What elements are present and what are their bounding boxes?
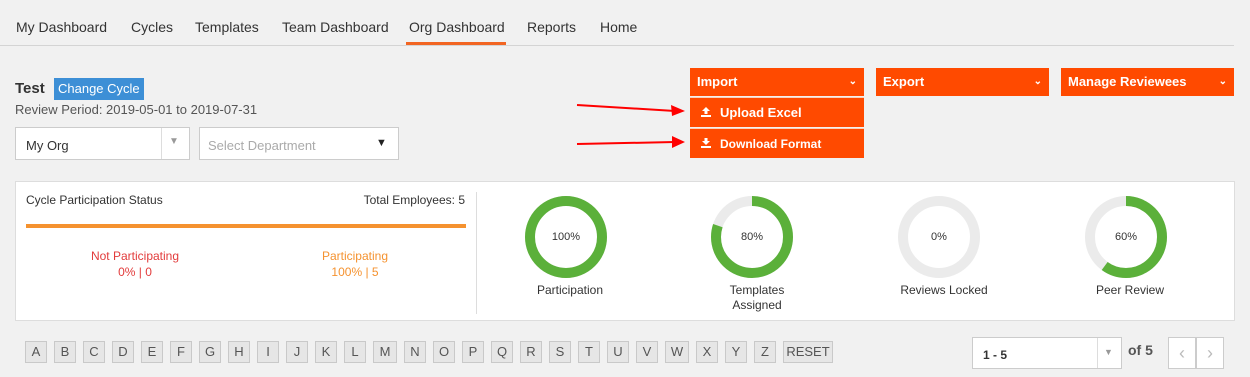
caret-down-icon: ▼ [376,137,387,149]
nav-home[interactable]: Home [600,19,637,35]
nav-my-dashboard[interactable]: My Dashboard [16,19,107,35]
letter-filter-j[interactable]: J [286,341,308,363]
donut-label: Templates Assigned [729,283,785,312]
reset-filter-button[interactable]: RESET [783,341,833,363]
not-participating-label: Not Participating [90,249,180,263]
letter-filter-k[interactable]: K [315,341,337,363]
active-tab-indicator [406,42,506,45]
letter-filter-d[interactable]: D [112,341,134,363]
cycle-participation-title: Cycle Participation Status [26,193,163,207]
letter-filter-e[interactable]: E [141,341,163,363]
upload-excel-menu-item[interactable]: Upload Excel [690,97,864,127]
chevron-down-icon: ▼ [1104,347,1113,357]
annotation-arrow-upload [576,104,685,116]
department-select[interactable]: Select Department ▼ [199,127,399,160]
cycle-title: Test [15,80,45,97]
nav-team-dashboard[interactable]: Team Dashboard [282,19,389,35]
page-range-value: 1 - 5 [983,348,1008,362]
letter-filter-x[interactable]: X [696,341,718,363]
letter-filter-f[interactable]: F [170,341,192,363]
letter-filter-t[interactable]: T [578,341,600,363]
donut-value: 100% [551,231,581,243]
chevron-down-icon: ⌄ [1033,76,1042,87]
nav-org-dashboard[interactable]: Org Dashboard [409,19,505,35]
import-dropdown-button[interactable]: Import ⌄ [690,68,864,96]
letter-filter-o[interactable]: O [433,341,455,363]
chevron-down-icon: ⌄ [1218,76,1227,87]
select-divider [1097,338,1098,368]
export-dropdown-button[interactable]: Export ⌄ [876,68,1049,96]
letter-filter-m[interactable]: M [373,341,397,363]
manage-reviewees-dropdown-button[interactable]: Manage Reviewees ⌄ [1061,68,1234,96]
next-page-button[interactable]: › [1196,337,1224,369]
panel-divider [476,192,477,314]
download-format-menu-item[interactable]: Download Format [690,128,864,158]
upload-icon [700,98,712,128]
nav-reports[interactable]: Reports [527,19,576,35]
chevron-left-icon: ‹ [1179,343,1185,363]
not-participating-stat: Not Participating 0% | 0 [60,248,210,280]
letter-filter-i[interactable]: I [257,341,279,363]
donut-value: 80% [740,231,764,243]
letter-filter-c[interactable]: C [83,341,105,363]
total-pages: of 5 [1128,342,1153,358]
review-period: Review Period: 2019-05-01 to 2019-07-31 [15,102,258,117]
letter-filter-g[interactable]: G [199,341,221,363]
reviews-locked-donut: 0% [896,194,982,280]
org-select[interactable]: My Org ▼ [15,127,190,160]
select-divider [161,128,162,159]
letter-filter-a[interactable]: A [25,341,47,363]
participating-value: 100% | 5 [331,265,379,279]
templates-assigned-donut: 80% [709,194,795,280]
donut-label: Peer Review [1095,283,1165,297]
not-participating-value: 0% | 0 [118,265,152,279]
chevron-down-icon: ⌄ [848,76,857,87]
letter-filter-s[interactable]: S [549,341,571,363]
download-icon [700,129,712,159]
letter-filter-p[interactable]: P [462,341,484,363]
import-label: Import [697,74,738,89]
letter-filter-y[interactable]: Y [725,341,747,363]
donut-label: Participation [536,283,604,297]
donut-value: 60% [1114,231,1138,243]
top-nav: My Dashboard Cycles Templates Team Dashb… [0,0,1234,46]
letter-filter-r[interactable]: R [520,341,542,363]
chevron-right-icon: › [1207,343,1213,363]
letter-filter-v[interactable]: V [636,341,658,363]
letter-filter-n[interactable]: N [404,341,426,363]
upload-excel-label: Upload Excel [720,105,802,120]
letter-filter-u[interactable]: U [607,341,629,363]
total-employees: Total Employees: 5 [363,193,465,207]
letter-filter-l[interactable]: L [344,341,366,363]
letter-filter-h[interactable]: H [228,341,250,363]
letter-filter-z[interactable]: Z [754,341,776,363]
participating-stat: Participating 100% | 5 [280,248,430,280]
participation-donut: 100% [523,194,609,280]
page-range-select[interactable]: 1 - 5 ▼ [972,337,1122,369]
annotation-arrow-download [576,136,685,148]
peer-review-donut: 60% [1083,194,1169,280]
letter-filter-w[interactable]: W [665,341,689,363]
nav-cycles[interactable]: Cycles [131,19,173,35]
nav-templates[interactable]: Templates [195,19,259,35]
download-format-label: Download Format [720,137,822,151]
participating-label: Participating [321,249,389,263]
letter-filter-q[interactable]: Q [491,341,513,363]
manage-reviewees-label: Manage Reviewees [1068,74,1187,89]
department-placeholder: Select Department [208,138,316,153]
letter-filter-b[interactable]: B [54,341,76,363]
org-select-value: My Org [26,138,69,153]
donut-label: Reviews Locked [900,283,988,297]
export-label: Export [883,74,925,89]
donut-value: 0% [931,231,947,243]
participation-bar [26,224,466,228]
chevron-down-icon: ▼ [169,136,179,147]
prev-page-button[interactable]: ‹ [1168,337,1196,369]
change-cycle-button[interactable]: Change Cycle [54,78,144,100]
